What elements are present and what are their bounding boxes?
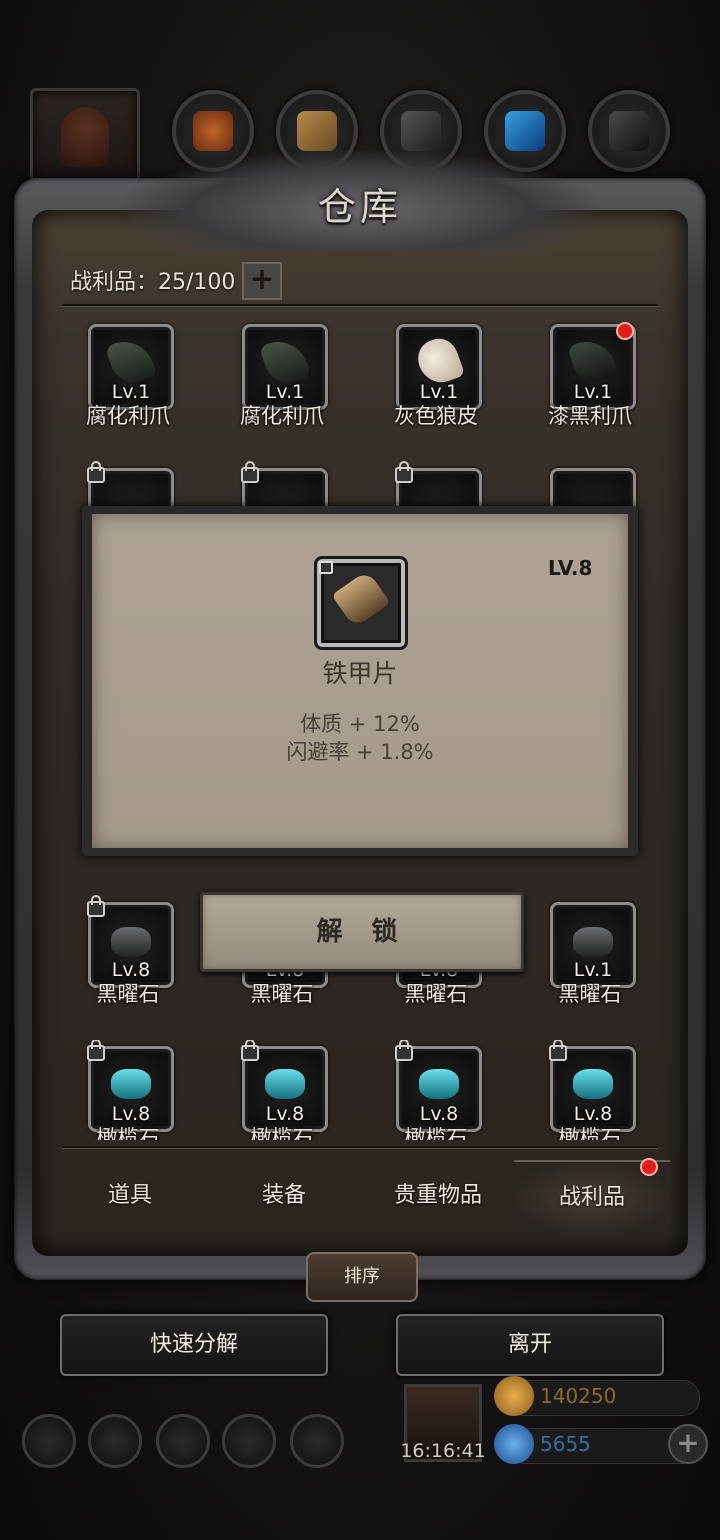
item-slot[interactable]: Lv.8 xyxy=(549,1040,636,1132)
divider xyxy=(62,1146,658,1148)
loot-capacity-label: 战利品：25/100 xyxy=(70,270,236,295)
gift-timer: 16:16:41 xyxy=(400,1440,486,1462)
item-name: 黑曜石 xyxy=(250,982,314,1006)
notification-dot xyxy=(640,1158,658,1176)
obsidian-icon xyxy=(573,927,613,957)
lock-icon xyxy=(87,461,105,483)
obsidian-icon xyxy=(111,927,151,957)
item-slot[interactable]: Lv.1 xyxy=(242,324,328,410)
add-gems-button[interactable]: + xyxy=(668,1424,708,1464)
item-name: 灰色狼皮 xyxy=(394,404,478,428)
tab-valuables[interactable]: 贵重物品 xyxy=(360,1160,516,1232)
mail-icon[interactable] xyxy=(222,1414,276,1468)
gold-coin-icon xyxy=(494,1376,534,1416)
leave-button[interactable]: 离开 xyxy=(396,1314,664,1376)
item-slot[interactable]: Lv.8 xyxy=(395,1040,482,1132)
tooltip-item-name: 铁甲片 xyxy=(322,659,398,688)
hooded-figure-icon xyxy=(61,107,109,167)
panel-title: 仓库 xyxy=(317,185,402,229)
tab-equipment[interactable]: 装备 xyxy=(206,1160,362,1232)
tooltip-level: LV.8 xyxy=(548,556,593,580)
olivine-icon xyxy=(265,1069,305,1099)
blue-gem-icon xyxy=(494,1424,534,1464)
olivine-icon xyxy=(111,1069,151,1099)
item-slot[interactable]: Lv.8 xyxy=(87,895,174,988)
lock-icon xyxy=(395,1040,413,1061)
lock-icon xyxy=(241,461,259,483)
item-name: 腐化利爪 xyxy=(86,404,170,428)
item-name: 腐化利爪 xyxy=(240,404,324,428)
item-name: 橄榄石 xyxy=(250,1126,314,1140)
item-name: 黑曜石 xyxy=(404,982,468,1006)
item-slot[interactable]: Lv.1 xyxy=(88,324,174,410)
item-row-clip: Lv.8 橄榄石 Lv.8 橄榄石 Lv.8 橄榄石 Lv.8 橄榄石 xyxy=(60,1040,660,1140)
tooltip-item-slot xyxy=(314,556,408,650)
tooltip-stat: 体质 + 12% xyxy=(300,712,420,736)
lock-icon xyxy=(549,1040,567,1061)
unlock-button[interactable]: 解 锁 xyxy=(200,892,524,972)
shop-icon[interactable] xyxy=(156,1414,210,1468)
item-name: 黑曜石 xyxy=(96,982,160,1006)
sort-button[interactable]: 排序 xyxy=(306,1252,418,1302)
quick-decompose-button[interactable]: 快速分解 xyxy=(60,1314,328,1376)
item-slot[interactable]: Lv.8 xyxy=(241,1040,328,1132)
item-name: 漆黑利爪 xyxy=(548,404,632,428)
iron-plate-icon xyxy=(331,569,391,629)
olivine-icon xyxy=(573,1069,613,1099)
item-name: 黑曜石 xyxy=(558,982,622,1006)
item-slot[interactable]: Lv.8 xyxy=(87,1040,174,1132)
tooltip-stat: 闪避率 + 1.8% xyxy=(286,740,434,764)
tab-items[interactable]: 道具 xyxy=(52,1160,208,1232)
lock-icon xyxy=(87,895,105,917)
achievement-icon[interactable] xyxy=(88,1414,142,1468)
item-slot[interactable]: Lv.1 xyxy=(550,902,636,988)
expand-capacity-button[interactable]: + xyxy=(242,262,282,300)
settings-icon[interactable] xyxy=(22,1414,76,1468)
lock-icon xyxy=(319,561,333,574)
olivine-icon xyxy=(419,1069,459,1099)
item-name: 橄榄石 xyxy=(96,1126,160,1140)
lock-icon xyxy=(395,461,413,483)
item-slot[interactable]: Lv.1 xyxy=(396,324,482,410)
lock-icon xyxy=(241,1040,259,1061)
item-name: 橄榄石 xyxy=(404,1126,468,1140)
gem-amount: 5655 xyxy=(540,1432,591,1456)
item-name: 橄榄石 xyxy=(558,1126,622,1140)
notification-dot xyxy=(616,322,634,340)
bag-icon[interactable] xyxy=(290,1414,344,1468)
iron-resource-icon[interactable] xyxy=(588,90,670,172)
lock-icon xyxy=(87,1040,105,1061)
divider xyxy=(62,304,658,306)
gold-amount: 140250 xyxy=(540,1384,617,1408)
